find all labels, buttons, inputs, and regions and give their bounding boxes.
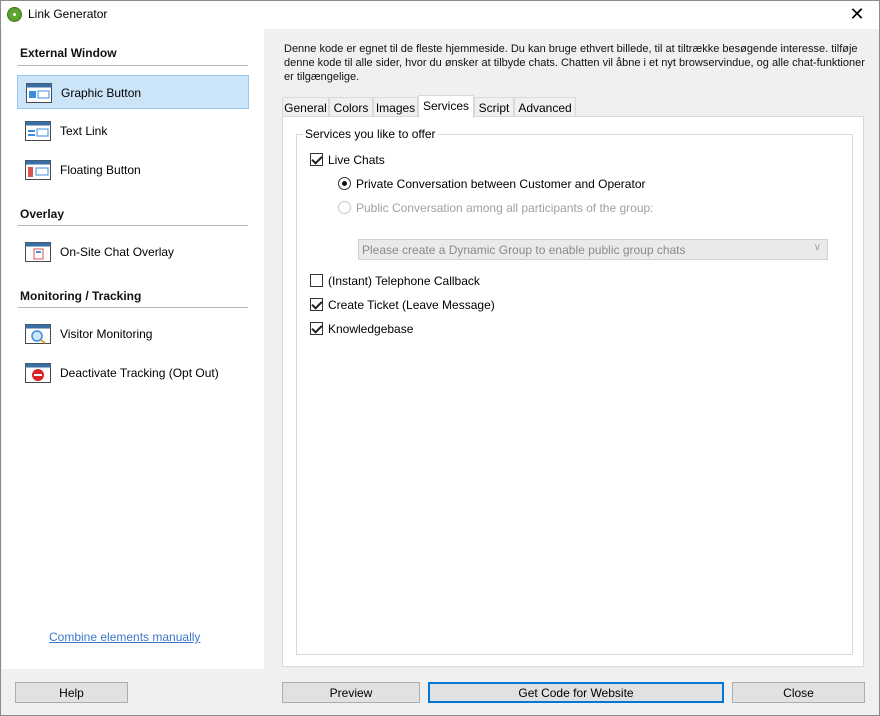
- sidebar-item-deactivate-tracking[interactable]: Deactivate Tracking (Opt Out): [17, 356, 249, 390]
- get-code-button[interactable]: Get Code for Website: [428, 682, 724, 703]
- sidebar-item-label: Floating Button: [60, 163, 141, 177]
- title-bar: Link Generator ✕: [1, 1, 879, 29]
- telephone-callback-checkbox[interactable]: [310, 274, 323, 287]
- visitor-monitoring-icon: [25, 324, 51, 344]
- tab-images[interactable]: Images: [373, 97, 418, 117]
- sidebar-item-label: Text Link: [60, 124, 108, 138]
- sidebar-item-label: Visitor Monitoring: [60, 327, 153, 341]
- public-conversation-radio[interactable]: [338, 201, 351, 214]
- sidebar-item-on-site-chat-overlay[interactable]: On-Site Chat Overlay: [17, 235, 249, 269]
- section-divider: [18, 65, 248, 66]
- close-button[interactable]: Close: [732, 682, 865, 703]
- live-chats-label: Live Chats: [328, 153, 385, 167]
- deactivate-tracking-icon: [25, 363, 51, 383]
- chat-overlay-icon: [25, 242, 51, 262]
- private-conversation-label: Private Conversation between Customer an…: [356, 177, 646, 191]
- telephone-callback-label: (Instant) Telephone Callback: [328, 274, 480, 288]
- tab-general[interactable]: General: [282, 97, 329, 117]
- app-logo-icon: [7, 7, 22, 22]
- window-close-button[interactable]: ✕: [835, 1, 879, 29]
- services-group-title: Services you like to offer: [303, 127, 438, 141]
- dynamic-group-select[interactable]: Please create a Dynamic Group to enable …: [358, 239, 828, 260]
- text-link-icon: [25, 121, 51, 141]
- help-button[interactable]: Help: [15, 682, 128, 703]
- sidebar-item-label: On-Site Chat Overlay: [60, 245, 175, 259]
- description-text: Denne kode er egnet til de fleste hjemme…: [284, 43, 865, 83]
- sidebar: External Window Graphic Button Text Link: [2, 29, 264, 669]
- sidebar-item-visitor-monitoring[interactable]: Visitor Monitoring: [17, 317, 249, 351]
- create-ticket-label: Create Ticket (Leave Message): [328, 298, 495, 312]
- section-title-monitoring-tracking: Monitoring / Tracking: [20, 289, 142, 303]
- tab-services[interactable]: Services: [418, 95, 474, 118]
- window-title: Link Generator: [28, 7, 108, 21]
- dynamic-group-select-value: Please create a Dynamic Group to enable …: [362, 243, 686, 257]
- link-generator-window: Link Generator ✕ External Window Graphic…: [0, 0, 880, 716]
- public-conversation-label: Public Conversation among all participan…: [356, 201, 654, 215]
- section-divider: [18, 225, 248, 226]
- knowledgebase-label: Knowledgebase: [328, 322, 414, 336]
- tab-script[interactable]: Script: [474, 97, 514, 117]
- services-group: Services you like to offer Live Chats Pr…: [296, 127, 853, 655]
- chevron-down-icon: ∨: [813, 242, 821, 253]
- sidebar-item-floating-button[interactable]: Floating Button: [17, 153, 249, 187]
- preview-button[interactable]: Preview: [282, 682, 420, 703]
- live-chats-checkbox[interactable]: [310, 153, 323, 166]
- section-title-external-window: External Window: [20, 46, 117, 60]
- sidebar-item-text-link[interactable]: Text Link: [17, 114, 249, 148]
- tab-colors[interactable]: Colors: [329, 97, 373, 117]
- combine-elements-link[interactable]: Combine elements manually: [49, 630, 200, 644]
- section-divider: [18, 307, 248, 308]
- tab-advanced[interactable]: Advanced: [514, 97, 576, 117]
- private-conversation-radio[interactable]: [338, 177, 351, 190]
- graphic-button-icon: [26, 83, 52, 103]
- create-ticket-checkbox[interactable]: [310, 298, 323, 311]
- section-title-overlay: Overlay: [20, 207, 65, 221]
- knowledgebase-checkbox[interactable]: [310, 322, 323, 335]
- sidebar-item-label: Deactivate Tracking (Opt Out): [60, 366, 219, 380]
- floating-button-icon: [25, 160, 51, 180]
- sidebar-item-graphic-button[interactable]: Graphic Button: [17, 75, 249, 109]
- services-tab-panel: Services you like to offer Live Chats Pr…: [282, 116, 864, 667]
- sidebar-item-label: Graphic Button: [61, 86, 142, 100]
